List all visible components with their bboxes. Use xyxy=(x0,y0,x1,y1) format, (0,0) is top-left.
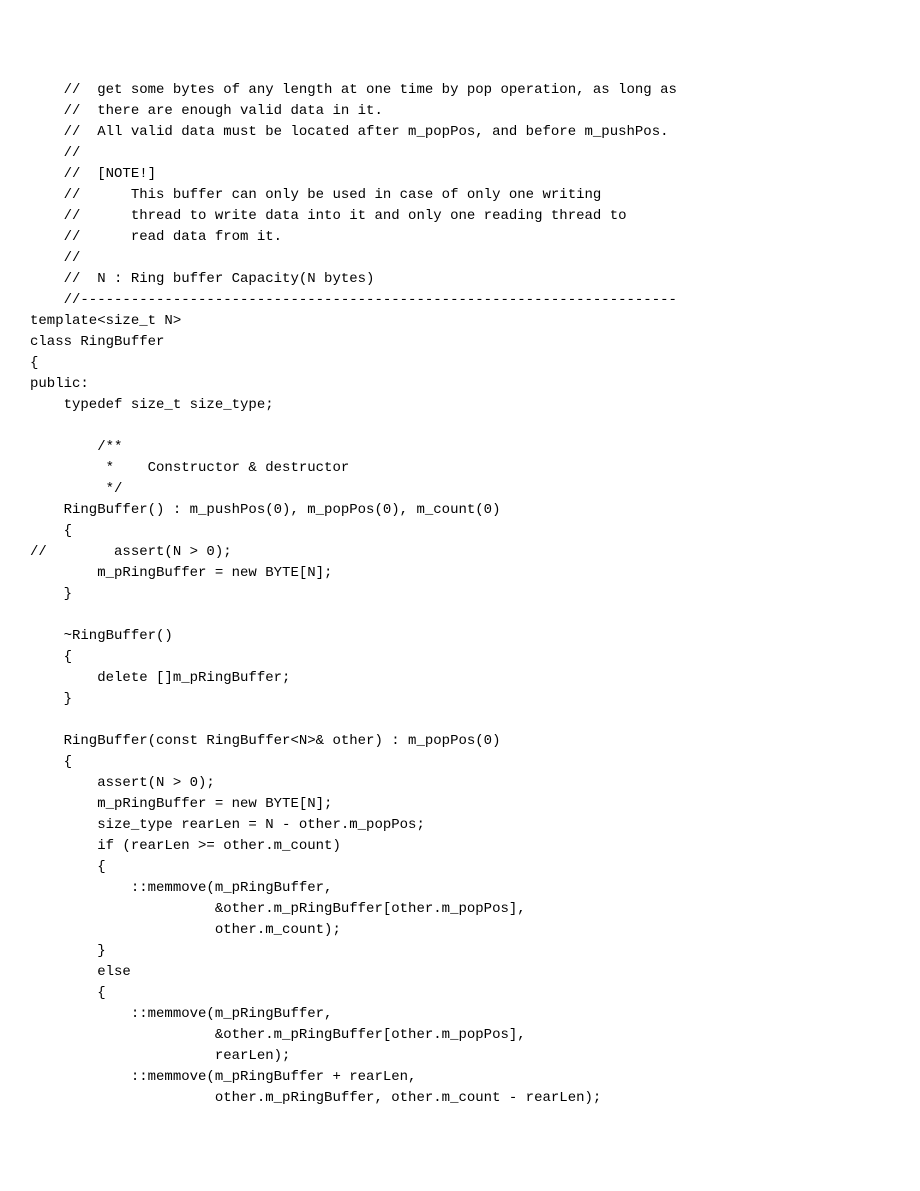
code-block: // get some bytes of any length at one t… xyxy=(30,80,890,1109)
document-page: // get some bytes of any length at one t… xyxy=(0,0,920,1191)
